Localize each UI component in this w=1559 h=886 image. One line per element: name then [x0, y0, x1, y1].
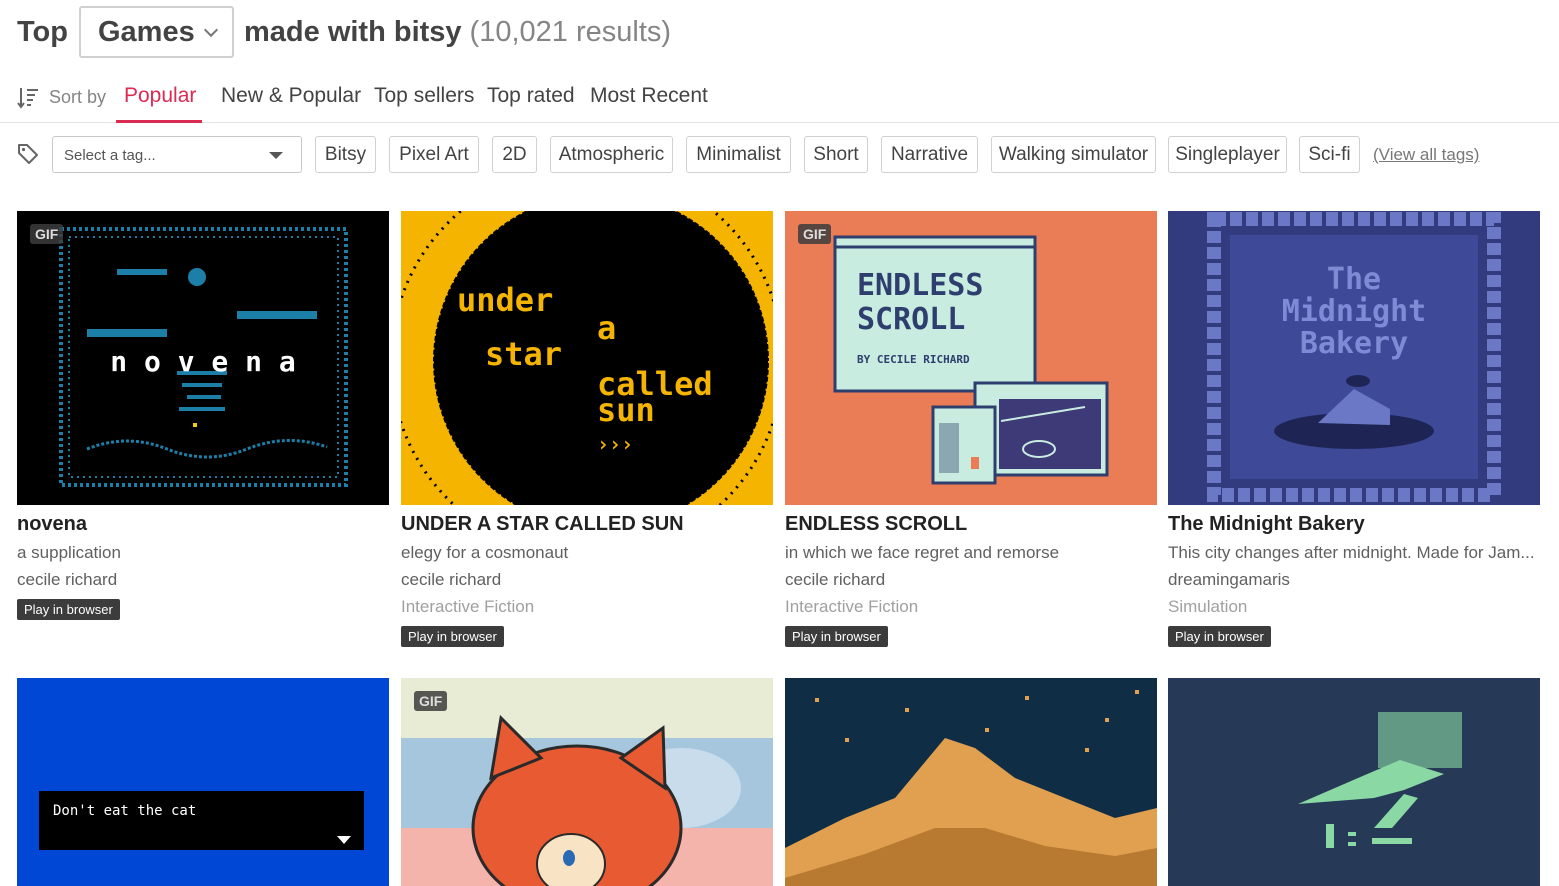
sort-bar: Sort by Popular New & Popular Top seller…	[0, 75, 1559, 123]
game-thumbnail[interactable]: Don't eat the cat	[17, 678, 389, 886]
sort-by-label: Sort by	[49, 87, 107, 107]
tag-2d[interactable]: 2D	[492, 136, 537, 173]
game-title[interactable]: The Midnight Bakery	[1168, 513, 1365, 536]
game-thumbnail[interactable]: The Midnight Bakery	[1168, 211, 1540, 505]
play-in-browser-badge: Play in browser	[785, 626, 888, 647]
caret-down-icon	[269, 152, 283, 159]
cover-line: ›››	[597, 432, 633, 456]
tag-singleplayer[interactable]: Singleplayer	[1168, 136, 1287, 173]
view-all-tags-link[interactable]: (View all tags)	[1373, 145, 1479, 165]
sort-tab-most-recent[interactable]: Most Recent	[590, 84, 708, 108]
game-author[interactable]: cecile richard	[401, 570, 501, 590]
game-card: under a star called sun ››› UNDER A STAR…	[401, 211, 773, 651]
cover-line: ENDLESS	[857, 268, 983, 303]
active-tab-underline	[116, 120, 202, 123]
header-made-with: made with bitsy	[244, 15, 462, 48]
game-genre[interactable]: Interactive Fiction	[785, 597, 918, 617]
cover-line: SCROLL	[857, 302, 965, 337]
game-title[interactable]: ENDLESS SCROLL	[785, 513, 967, 536]
game-description: in which we face regret and remorse	[785, 543, 1060, 562]
game-card: n o v e n a GIF novena a supplication ce…	[17, 211, 389, 631]
results-count: (10,021 results)	[469, 15, 672, 48]
tag-select[interactable]: Select a tag...	[52, 136, 302, 173]
tag-narrative[interactable]: Narrative	[881, 136, 978, 173]
game-author[interactable]: cecile richard	[17, 570, 117, 590]
sort-tab-new-popular[interactable]: New & Popular	[221, 84, 361, 108]
cover-line: BY CECILE RICHARD	[857, 353, 970, 366]
cover-line: sun	[597, 391, 655, 429]
game-thumbnail[interactable]: GIF	[401, 678, 773, 886]
game-card: The Midnight Bakery The Midnight Bakery …	[1168, 211, 1540, 651]
game-description: elegy for a cosmonaut	[401, 543, 569, 562]
tag-walking-simulator[interactable]: Walking simulator	[991, 136, 1156, 173]
tag-pixel-art[interactable]: Pixel Art	[389, 136, 479, 173]
header-top-label: Top	[17, 15, 68, 48]
game-card	[1168, 678, 1540, 886]
game-description: This city changes after midnight. Made f…	[1168, 543, 1535, 562]
sort-tab-top-sellers[interactable]: Top sellers	[374, 84, 474, 108]
gif-badge: GIF	[798, 224, 832, 244]
game-card: Don't eat the cat	[17, 678, 389, 886]
tag-sci-fi[interactable]: Sci-fi	[1299, 136, 1360, 173]
sort-tab-top-rated[interactable]: Top rated	[487, 84, 575, 108]
sort-icon	[17, 88, 38, 109]
game-genre[interactable]: Simulation	[1168, 597, 1247, 617]
game-thumbnail[interactable]	[1168, 678, 1540, 886]
tag-short[interactable]: Short	[804, 136, 868, 173]
game-card: ENDLESS SCROLL BY CECILE RICHARD GIF END…	[785, 211, 1157, 651]
category-select[interactable]: Games	[79, 6, 234, 58]
tag-minimalist[interactable]: Minimalist	[686, 136, 791, 173]
game-title[interactable]: novena	[17, 513, 87, 536]
page-header: Top Games made with bitsy (10,021 result…	[17, 6, 671, 58]
game-author[interactable]: cecile richard	[785, 570, 885, 590]
game-thumbnail[interactable]: n o v e n a GIF	[17, 211, 389, 505]
cover-title-novena: n o v e n a	[110, 345, 295, 378]
play-in-browser-badge: Play in browser	[1168, 626, 1271, 647]
cover-dialog-text: Don't eat the cat	[53, 803, 196, 819]
gif-badge: GIF	[30, 224, 64, 244]
chevron-down-icon	[203, 22, 219, 38]
tag-atmospheric[interactable]: Atmospheric	[550, 136, 673, 173]
game-thumbnail[interactable]: under a star called sun ›››	[401, 211, 773, 505]
game-genre[interactable]: Interactive Fiction	[401, 597, 534, 617]
tag-bitsy[interactable]: Bitsy	[315, 136, 376, 173]
game-title[interactable]: UNDER A STAR CALLED SUN	[401, 513, 684, 536]
game-thumbnail[interactable]	[785, 678, 1157, 886]
cover-line: star	[485, 335, 562, 373]
cover-line: a	[597, 309, 616, 347]
cover-line: under	[457, 281, 553, 319]
tag-select-placeholder: Select a tag...	[64, 147, 156, 164]
category-select-value: Games	[98, 15, 195, 48]
game-author[interactable]: dreamingamaris	[1168, 570, 1290, 590]
game-thumbnail[interactable]: ENDLESS SCROLL BY CECILE RICHARD GIF	[785, 211, 1157, 505]
tag-icon	[18, 144, 38, 164]
play-in-browser-badge: Play in browser	[401, 626, 504, 647]
cover-line: Midnight	[1282, 294, 1427, 329]
game-card	[785, 678, 1157, 886]
game-card: GIF	[401, 678, 773, 886]
tag-bar: Select a tag... Bitsy Pixel Art 2D Atmos…	[0, 136, 1559, 174]
sort-tab-popular[interactable]: Popular	[124, 84, 196, 108]
play-in-browser-badge: Play in browser	[17, 599, 120, 620]
game-description: a supplication	[17, 543, 121, 562]
cover-line: Bakery	[1300, 326, 1408, 361]
cover-line: The	[1327, 262, 1381, 297]
gif-badge: GIF	[414, 691, 448, 711]
